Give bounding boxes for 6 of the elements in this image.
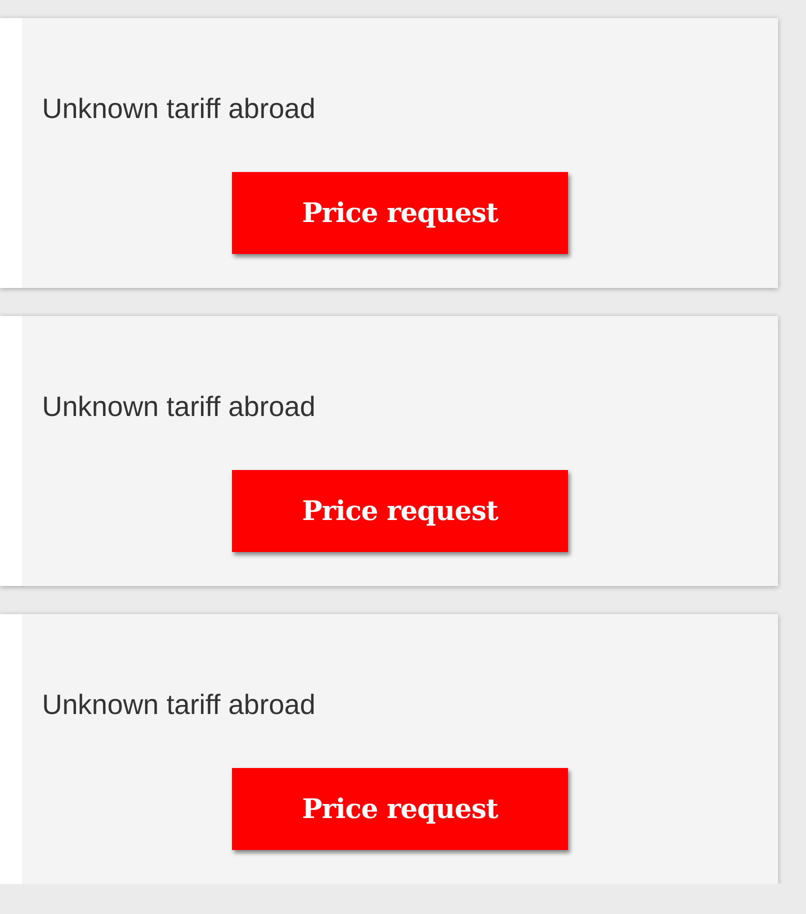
price-request-button[interactable]: Price request [232, 470, 568, 552]
tariff-label: Unknown tariff abroad [42, 92, 316, 126]
tariff-label: Unknown tariff abroad [42, 390, 316, 424]
price-request-button[interactable]: Price request [232, 172, 568, 254]
price-request-button[interactable]: Price request [232, 768, 568, 850]
tariff-label: Unknown tariff abroad [42, 688, 316, 722]
